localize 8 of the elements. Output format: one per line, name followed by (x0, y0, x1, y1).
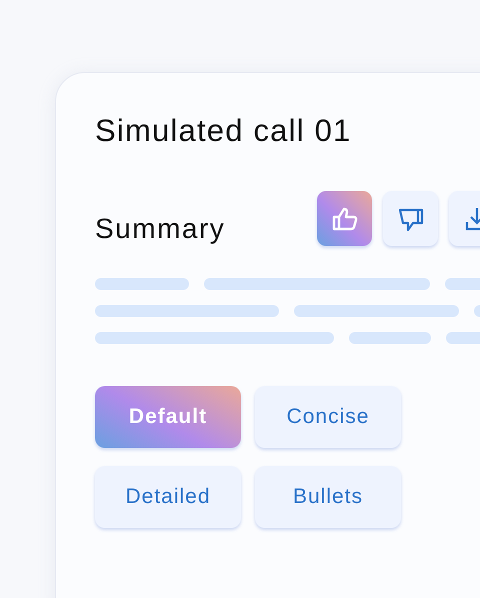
style-option-button[interactable]: Default (95, 386, 241, 448)
thumbs-down-button[interactable] (383, 191, 438, 246)
thumbs-up-button[interactable] (317, 191, 372, 246)
call-title: Simulated call 01 (95, 113, 352, 149)
style-option-button[interactable]: Concise (255, 386, 401, 448)
summary-heading: Summary (95, 212, 226, 246)
style-option-button[interactable]: Bullets (255, 466, 401, 528)
style-option-button[interactable]: Detailed (95, 466, 241, 528)
